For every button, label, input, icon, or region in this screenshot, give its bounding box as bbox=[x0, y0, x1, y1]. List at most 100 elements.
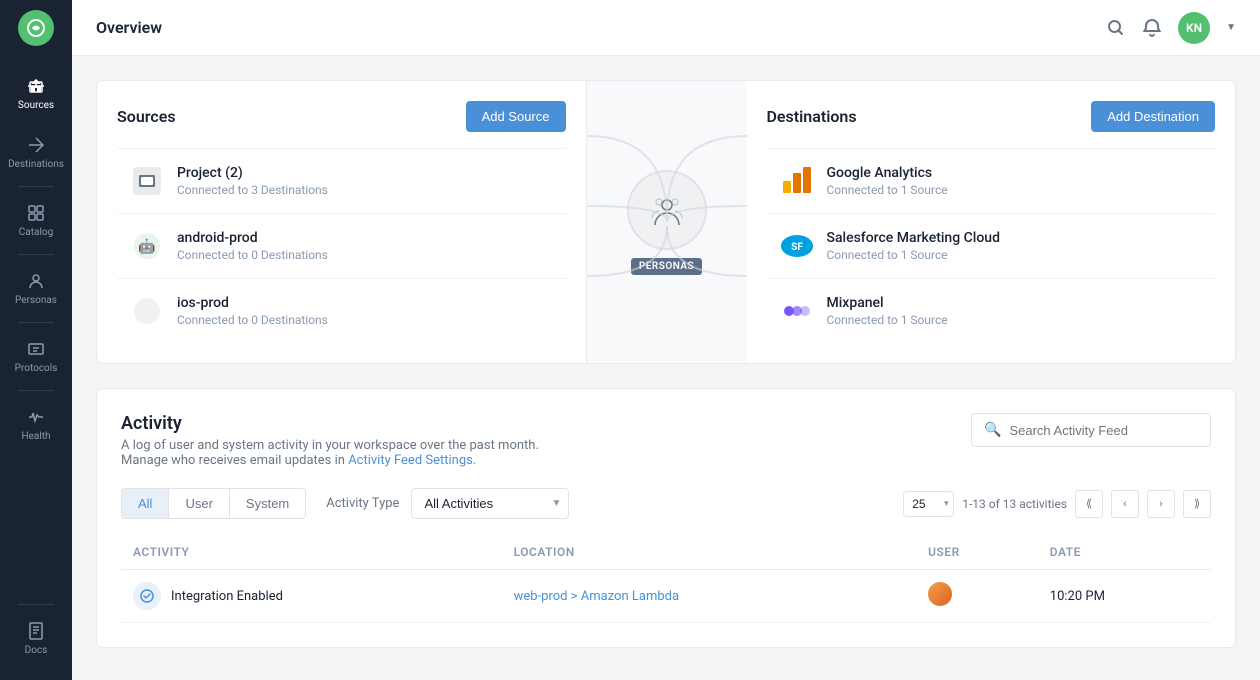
destinations-panel-header: Destinations Add Destination bbox=[767, 101, 1216, 132]
activity-desc-text: A log of user and system activity in you… bbox=[121, 438, 539, 453]
activity-title: Activity bbox=[121, 413, 539, 434]
next-page-button[interactable]: › bbox=[1147, 490, 1175, 518]
page-size-select[interactable]: 25 10 50 100 bbox=[903, 491, 954, 517]
personas-bubble bbox=[627, 170, 707, 250]
table-row: Integration Enabled web-prod > Amazon La… bbox=[121, 570, 1211, 623]
sidebar-nav: Sources Destinations Catalog bbox=[0, 56, 72, 600]
col-user: User bbox=[916, 535, 1038, 570]
personas-icon bbox=[26, 271, 46, 291]
dest-sf-subtitle: Connected to 1 Source bbox=[827, 248, 1000, 262]
dest-mp-subtitle: Connected to 1 Source bbox=[827, 313, 948, 327]
source-android-name: android-prod bbox=[177, 230, 328, 246]
sources-label: Sources bbox=[18, 100, 54, 111]
docs-label: Docs bbox=[25, 645, 48, 656]
topbar: Overview KN ▼ bbox=[72, 0, 1260, 56]
activity-section: Activity A log of user and system activi… bbox=[96, 388, 1236, 648]
personas-bubble-icon bbox=[647, 190, 687, 230]
catalog-icon bbox=[26, 203, 46, 223]
catalog-label: Catalog bbox=[19, 227, 53, 238]
sidebar-logo[interactable] bbox=[0, 0, 72, 56]
topbar-actions: KN ▼ bbox=[1106, 12, 1236, 44]
google-analytics-icon bbox=[779, 163, 815, 199]
filters-row: All User System Activity Type All Activi… bbox=[121, 488, 1211, 519]
activity-search-input[interactable] bbox=[1009, 423, 1198, 438]
project-icon bbox=[129, 163, 165, 199]
svg-text:🤖: 🤖 bbox=[138, 238, 155, 255]
filter-tab-user[interactable]: User bbox=[169, 489, 229, 518]
dest-item-salesforce[interactable]: SF Salesforce Marketing Cloud Connected … bbox=[767, 213, 1216, 278]
dest-sf-info: Salesforce Marketing Cloud Connected to … bbox=[827, 230, 1000, 262]
dest-mp-name: Mixpanel bbox=[827, 295, 948, 311]
activity-desc-text2: Manage who receives email updates in bbox=[121, 453, 345, 468]
user-avatar[interactable]: KN bbox=[1178, 12, 1210, 44]
location-link[interactable]: web-prod > Amazon Lambda bbox=[514, 589, 679, 604]
col-location: Location bbox=[502, 535, 916, 570]
col-date: Date bbox=[1038, 535, 1211, 570]
nav-divider-4 bbox=[18, 390, 54, 391]
dest-item-mixpanel[interactable]: Mixpanel Connected to 1 Source bbox=[767, 278, 1216, 343]
prev-page-button[interactable]: ‹ bbox=[1111, 490, 1139, 518]
source-ios-subtitle: Connected to 0 Destinations bbox=[177, 313, 328, 327]
td-location: web-prod > Amazon Lambda bbox=[502, 570, 916, 623]
source-project-subtitle: Connected to 3 Destinations bbox=[177, 183, 328, 197]
svg-text:SF: SF bbox=[791, 242, 803, 253]
sidebar-item-protocols[interactable]: Protocols bbox=[0, 327, 72, 386]
nav-divider-5 bbox=[18, 604, 54, 605]
destinations-panel: Destinations Add Destination Google Anal… bbox=[747, 81, 1236, 363]
activity-name: Integration Enabled bbox=[171, 589, 283, 604]
filter-tab-system[interactable]: System bbox=[230, 489, 305, 518]
dest-sf-name: Salesforce Marketing Cloud bbox=[827, 230, 1000, 246]
nav-divider-2 bbox=[18, 254, 54, 255]
destinations-panel-title: Destinations bbox=[767, 107, 857, 126]
sidebar-item-health[interactable]: Health bbox=[0, 395, 72, 454]
sidebar-item-sources[interactable]: Sources bbox=[0, 64, 72, 123]
add-destination-button[interactable]: Add Destination bbox=[1091, 101, 1215, 132]
nav-divider-1 bbox=[18, 186, 54, 187]
apple-icon bbox=[129, 293, 165, 329]
personas-center: PERSONAS bbox=[587, 81, 747, 363]
dest-item-google-analytics[interactable]: Google Analytics Connected to 1 Source bbox=[767, 148, 1216, 213]
source-project-name: Project (2) bbox=[177, 165, 328, 181]
activity-description: A log of user and system activity in you… bbox=[121, 438, 539, 468]
activity-table-body: Integration Enabled web-prod > Amazon La… bbox=[121, 570, 1211, 623]
protocols-icon bbox=[26, 339, 46, 359]
health-icon bbox=[26, 407, 46, 427]
activity-type-label: Activity Type bbox=[326, 496, 399, 511]
sidebar-item-personas[interactable]: Personas bbox=[0, 259, 72, 318]
android-icon: 🤖 bbox=[129, 228, 165, 264]
col-activity: Activity bbox=[121, 535, 502, 570]
user-avatar-small bbox=[928, 582, 952, 606]
source-ios-name: ios-prod bbox=[177, 295, 328, 311]
source-android-subtitle: Connected to 0 Destinations bbox=[177, 248, 328, 262]
source-project-info: Project (2) Connected to 3 Destinations bbox=[177, 165, 328, 197]
dest-mp-info: Mixpanel Connected to 1 Source bbox=[827, 295, 948, 327]
sidebar-item-docs[interactable]: Docs bbox=[18, 609, 54, 668]
source-item-android[interactable]: 🤖 android-prod Connected to 0 Destinatio… bbox=[117, 213, 566, 278]
sources-icon bbox=[26, 76, 46, 96]
activity-header: Activity A log of user and system activi… bbox=[121, 413, 1211, 468]
sidebar-item-catalog[interactable]: Catalog bbox=[0, 191, 72, 250]
source-android-info: android-prod Connected to 0 Destinations bbox=[177, 230, 328, 262]
source-item-project[interactable]: Project (2) Connected to 3 Destinations bbox=[117, 148, 566, 213]
search-icon[interactable] bbox=[1106, 18, 1126, 38]
activity-type-select-wrap: All Activities Integration Enabled Integ… bbox=[411, 488, 569, 519]
activity-table: Activity Location User Date bbox=[121, 535, 1211, 623]
sidebar-item-destinations[interactable]: Destinations bbox=[0, 123, 72, 182]
last-page-button[interactable]: ⟫ bbox=[1183, 490, 1211, 518]
activity-feed-settings-link[interactable]: Activity Feed Settings. bbox=[348, 453, 476, 468]
td-date: 10:20 PM bbox=[1038, 570, 1211, 623]
filter-tab-all[interactable]: All bbox=[122, 489, 169, 518]
page-size-wrap: 25 10 50 100 ▼ bbox=[903, 491, 954, 517]
logo-icon bbox=[18, 10, 54, 46]
avatar-caret[interactable]: ▼ bbox=[1226, 22, 1236, 33]
notification-icon[interactable] bbox=[1142, 18, 1162, 38]
source-item-ios[interactable]: ios-prod Connected to 0 Destinations bbox=[117, 278, 566, 343]
sources-panel: Sources Add Source Project (2) Con bbox=[97, 81, 587, 363]
destinations-icon bbox=[26, 135, 46, 155]
dest-ga-info: Google Analytics Connected to 1 Source bbox=[827, 165, 948, 197]
sidebar: Sources Destinations Catalog bbox=[0, 0, 72, 680]
source-ios-info: ios-prod Connected to 0 Destinations bbox=[177, 295, 328, 327]
activity-type-select[interactable]: All Activities Integration Enabled Integ… bbox=[411, 488, 569, 519]
add-source-button[interactable]: Add Source bbox=[466, 101, 566, 132]
first-page-button[interactable]: ⟪ bbox=[1075, 490, 1103, 518]
